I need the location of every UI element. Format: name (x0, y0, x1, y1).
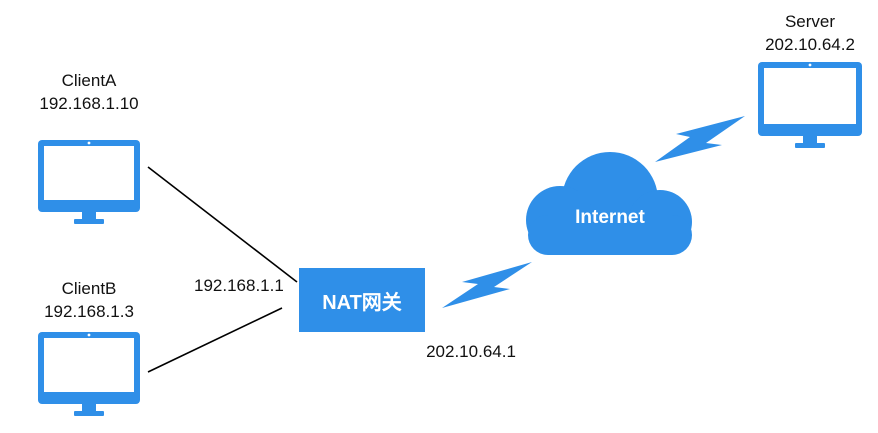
clientb-name: ClientB (61, 279, 117, 298)
clientb-ip: 192.168.1.3 (44, 302, 134, 321)
nat-gateway-label: NAT网关 (322, 291, 402, 314)
internet-cloud-icon (526, 152, 692, 255)
clientb-monitor-icon (38, 332, 140, 416)
network-diagram (38, 62, 862, 416)
clienta-monitor-icon (38, 140, 140, 224)
server-monitor-icon (758, 62, 862, 148)
nat-gateway-box: NAT网关 (299, 268, 425, 332)
lightning-icon (442, 262, 532, 308)
clienta-name: ClientA (61, 71, 117, 90)
clienta-ip: 192.168.1.10 (39, 94, 139, 113)
server-name: Server (784, 12, 836, 31)
link-clienta-nat (147, 166, 298, 283)
gateway-wan-ip: 202.10.64.1 (426, 342, 516, 361)
server-ip: 202.10.64.2 (765, 35, 855, 54)
internet-label: Internet (575, 207, 645, 228)
link-clientb-nat (147, 307, 283, 373)
gateway-lan-ip: 192.168.1.1 (194, 276, 284, 295)
lightning-icon (655, 116, 745, 162)
